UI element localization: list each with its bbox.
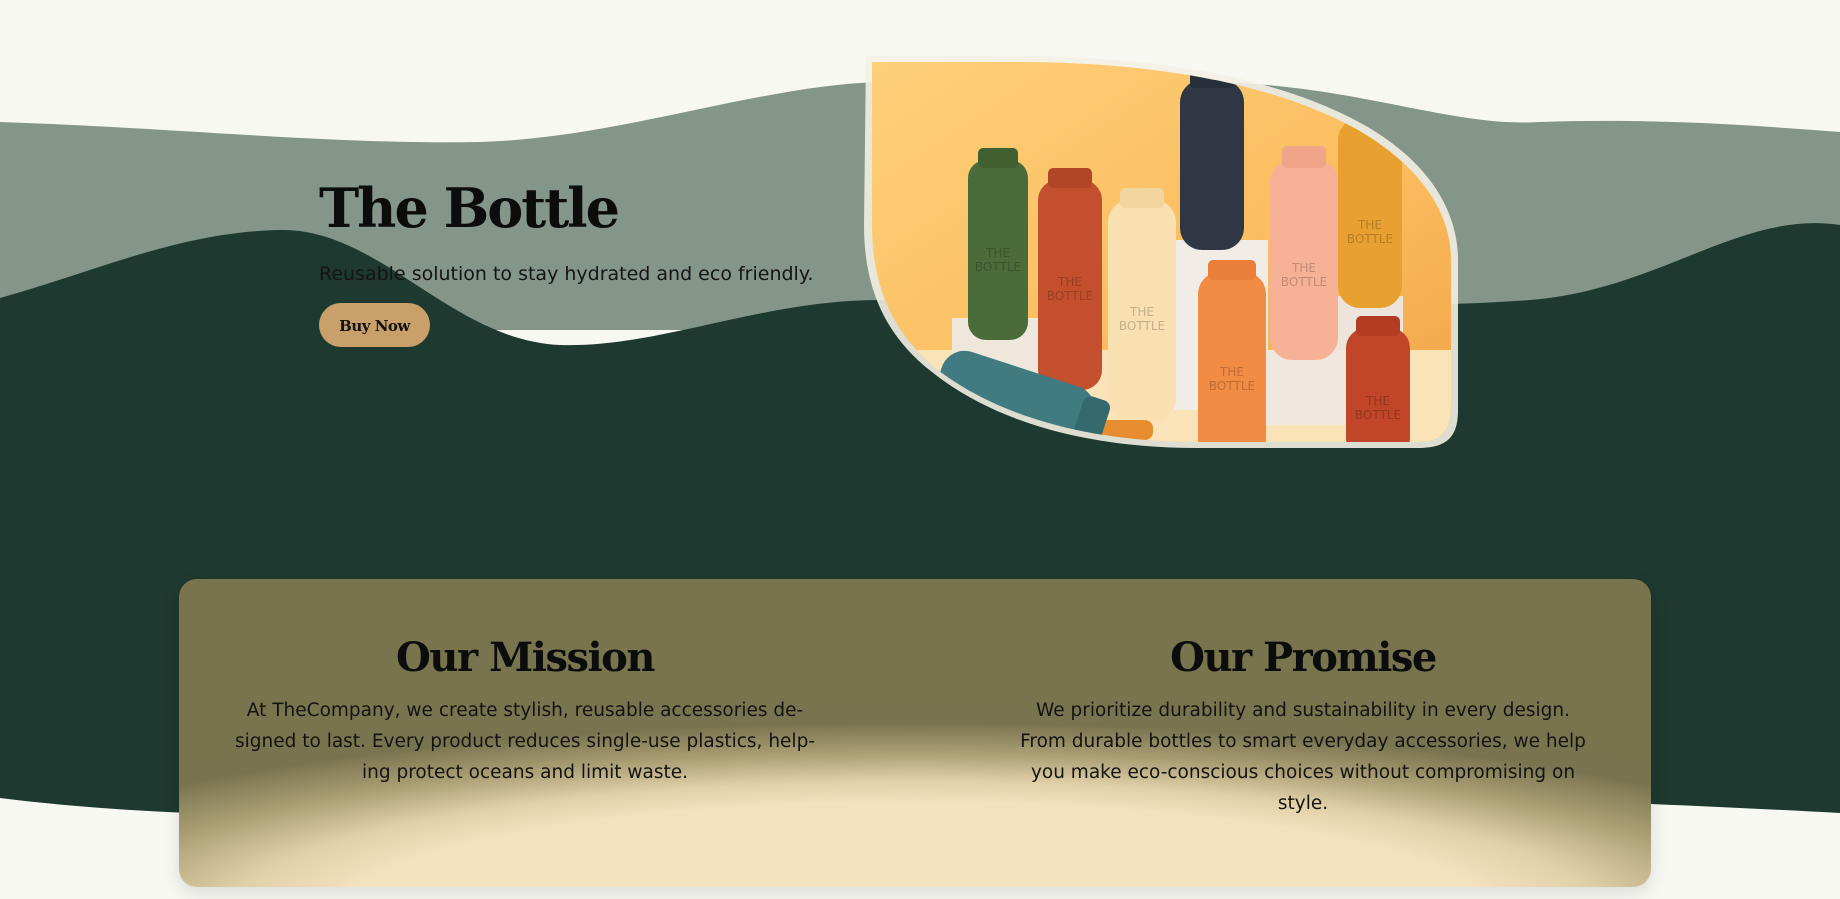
- bottle-label-line1: THE: [1129, 305, 1154, 319]
- buy-now-button[interactable]: Buy Now: [319, 303, 430, 347]
- mission-line: ing protect oceans and limit waste.: [361, 762, 689, 783]
- bottle-label-line1: THE: [1057, 275, 1082, 289]
- bottle-label-line2: BOTTLE: [975, 260, 1021, 274]
- mission-promise-card: Our Mission At TheCompany, we create sty…: [179, 579, 1651, 887]
- bottle-label-line2: BOTTLE: [1119, 319, 1165, 333]
- promise-line: From durable bottles to smart everyday a…: [1020, 731, 1586, 752]
- bottle-label-line2: BOTTLE: [1355, 408, 1401, 422]
- promise-title: Our Promise: [1170, 634, 1437, 681]
- hero-product-image: THE BOTTLE THE BOTTLE THE BOTTLE THE BOT…: [858, 50, 1465, 453]
- hero-section: The Bottle Reusable solution to stay hyd…: [319, 170, 839, 347]
- bottle-label-line1: THE: [985, 246, 1010, 260]
- mission-line: At TheCompany, we create stylish, reusab…: [246, 700, 804, 721]
- bottle-label-line2: BOTTLE: [1047, 289, 1093, 303]
- promise-line: you make eco-conscious choices without c…: [1030, 762, 1576, 783]
- hero-subtitle: Reusable solution to stay hydrated and e…: [319, 263, 814, 285]
- hero-title: The Bottle: [319, 176, 620, 240]
- mission-section: Our Mission At TheCompany, we create sty…: [227, 631, 823, 788]
- mission-line: signed to last. Every product reduces si…: [234, 731, 815, 752]
- bottle-label-line1: THE: [1291, 261, 1316, 275]
- bottle-label-line2: BOTTLE: [1281, 275, 1327, 289]
- bottle-label-line2: BOTTLE: [1347, 232, 1393, 246]
- bottle-label-line1: THE: [1365, 394, 1390, 408]
- mission-text: At TheCompany, we create stylish, reusab…: [227, 695, 823, 788]
- promise-section: Our Promise We prioritize durability and…: [1011, 631, 1595, 819]
- promise-line: We prioritize durability and sustainabil…: [1036, 700, 1570, 721]
- promise-line: style.: [1277, 793, 1329, 814]
- bottle-label-line2: BOTTLE: [1209, 379, 1255, 393]
- bottle-label-line1: THE: [1219, 365, 1244, 379]
- promise-text: We prioritize durability and sustainabil…: [1011, 695, 1595, 819]
- bottle-label-line1: THE: [1357, 218, 1382, 232]
- mission-title: Our Mission: [396, 634, 655, 681]
